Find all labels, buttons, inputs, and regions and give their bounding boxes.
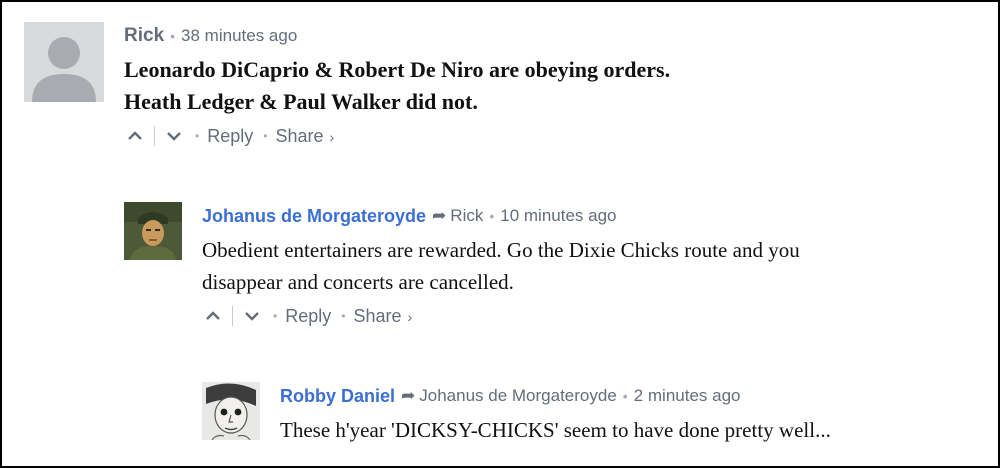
comment-line: Heath Ledger & Paul Walker did not. bbox=[124, 89, 478, 114]
reply-to-name[interactable]: Johanus de Morgateroyde bbox=[419, 386, 617, 406]
comment-text: Leonardo DiCaprio & Robert De Niro are o… bbox=[124, 54, 670, 118]
bullet-separator: • bbox=[170, 28, 176, 44]
bullet-separator: • bbox=[195, 129, 200, 143]
comment-text: Obedient entertainers are rewarded. Go t… bbox=[202, 234, 800, 298]
comment-header: Rick • 38 minutes ago bbox=[124, 22, 670, 50]
default-avatar[interactable] bbox=[24, 22, 104, 102]
author-name[interactable]: Rick bbox=[124, 25, 164, 47]
avatar-robby[interactable] bbox=[202, 382, 260, 440]
comment-body: Rick • 38 minutes ago Leonardo DiCaprio … bbox=[124, 22, 670, 150]
comment-line: disappear and concerts are cancelled. bbox=[202, 270, 514, 294]
comment-actions: • Reply • Share › bbox=[124, 122, 670, 150]
bullet-separator: • bbox=[273, 309, 278, 323]
timestamp[interactable]: 38 minutes ago bbox=[181, 26, 297, 46]
reply-arrow-icon: ➦ bbox=[432, 206, 447, 225]
upvote-button[interactable] bbox=[124, 125, 146, 147]
comment-header: Robby Daniel ➦ Johanus de Morgateroyde •… bbox=[280, 382, 831, 410]
chevron-up-icon bbox=[128, 131, 142, 140]
avatar-johanus[interactable] bbox=[124, 202, 182, 260]
share-button[interactable]: Share › bbox=[353, 306, 412, 327]
bullet-separator: • bbox=[263, 129, 268, 143]
default-user-avatar-icon bbox=[24, 22, 104, 102]
comment-body: Johanus de Morgateroyde ➦ Rick • 10 minu… bbox=[202, 202, 800, 330]
comment-line: Obedient entertainers are rewarded. Go t… bbox=[202, 238, 800, 262]
chevron-up-icon bbox=[206, 311, 220, 320]
comment-body: Robby Daniel ➦ Johanus de Morgateroyde •… bbox=[280, 382, 831, 446]
timestamp[interactable]: 2 minutes ago bbox=[634, 386, 741, 406]
share-label: Share bbox=[275, 125, 324, 146]
sketch-portrait-avatar-icon bbox=[202, 382, 260, 440]
share-button[interactable]: Share › bbox=[275, 126, 334, 147]
author-name[interactable]: Johanus de Morgateroyde bbox=[202, 206, 426, 227]
chevron-right-icon: › bbox=[329, 128, 335, 145]
portrait-avatar-icon bbox=[124, 202, 182, 260]
chevron-right-icon: › bbox=[407, 308, 413, 325]
comment-header: Johanus de Morgateroyde ➦ Rick • 10 minu… bbox=[202, 202, 800, 230]
vote-divider bbox=[232, 306, 233, 326]
chevron-down-icon bbox=[167, 132, 181, 141]
downvote-button[interactable] bbox=[163, 125, 185, 147]
timestamp[interactable]: 10 minutes ago bbox=[500, 206, 616, 226]
author-name[interactable]: Robby Daniel bbox=[280, 386, 395, 407]
comment-actions: • Reply • Share › bbox=[202, 302, 800, 330]
bullet-separator: • bbox=[622, 388, 628, 404]
downvote-button[interactable] bbox=[241, 305, 263, 327]
bullet-separator: • bbox=[341, 309, 346, 323]
reply-to-name[interactable]: Rick bbox=[450, 206, 483, 226]
share-label: Share bbox=[353, 305, 402, 326]
comment-thread: Rick • 38 minutes ago Leonardo DiCaprio … bbox=[0, 0, 1000, 468]
reply-button[interactable]: Reply bbox=[207, 126, 253, 147]
comment-text: These h'year 'DICKSY-CHICKS' seem to hav… bbox=[280, 414, 831, 446]
vote-divider bbox=[154, 126, 155, 146]
upvote-button[interactable] bbox=[202, 305, 224, 327]
reply-button[interactable]: Reply bbox=[285, 306, 331, 327]
reply-arrow-icon: ➦ bbox=[401, 386, 416, 405]
bullet-separator: • bbox=[489, 208, 495, 224]
comment-line: These h'year 'DICKSY-CHICKS' seem to hav… bbox=[280, 418, 831, 442]
chevron-down-icon bbox=[245, 312, 259, 321]
comment-line: Leonardo DiCaprio & Robert De Niro are o… bbox=[124, 57, 671, 82]
